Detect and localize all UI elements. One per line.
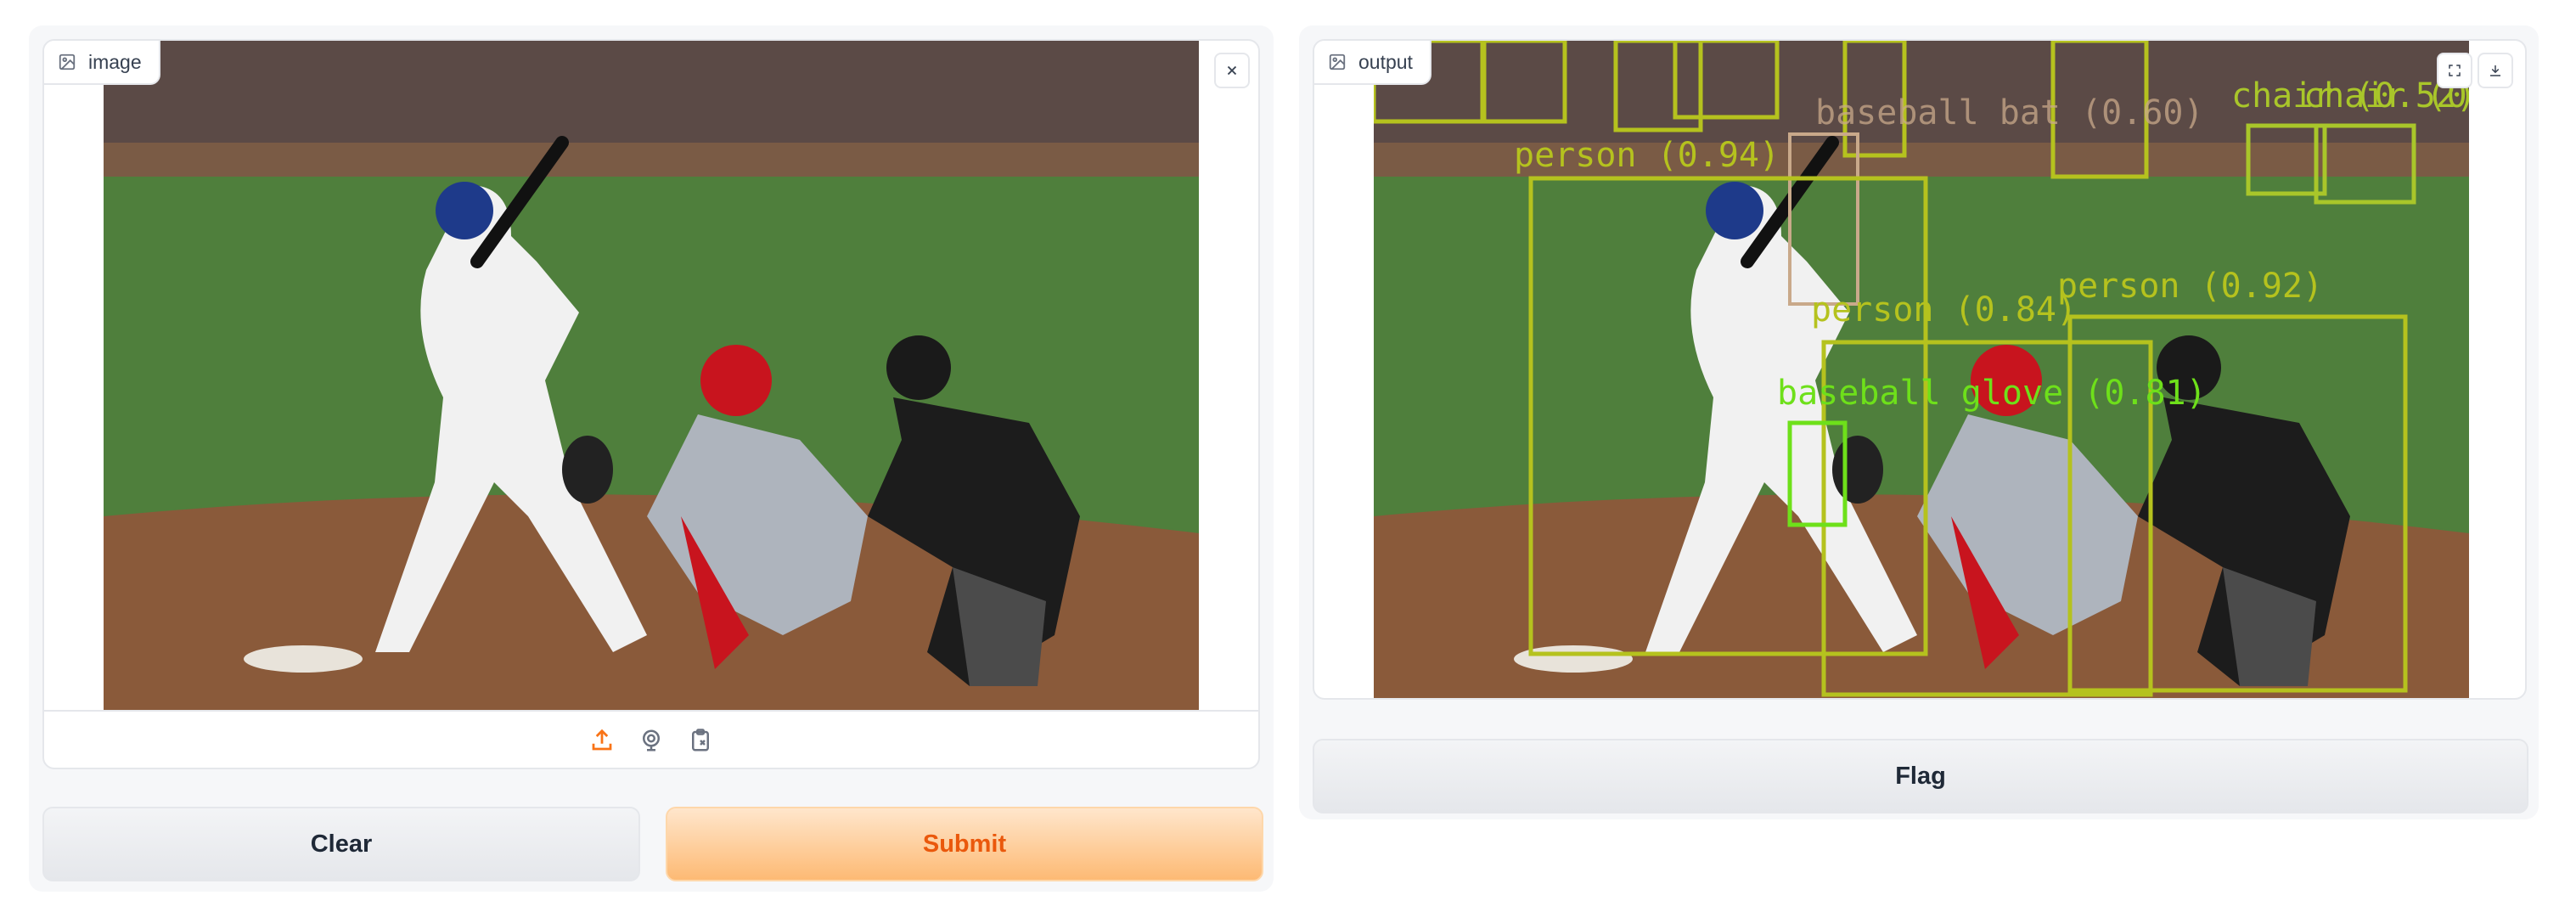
- output-image-card: output person (0.94) person (0.84) perso…: [1313, 39, 2527, 700]
- image-label-chip: image: [44, 41, 160, 85]
- clipboard-icon: [692, 729, 709, 752]
- close-icon: [1227, 65, 1237, 76]
- output-photo: person (0.94) person (0.84) person (0.92…: [1374, 41, 2469, 698]
- submit-button[interactable]: Submit: [666, 807, 1263, 881]
- input-photo: [104, 41, 1199, 710]
- detection-overlay: person (0.94) person (0.84) person (0.92…: [1374, 41, 2469, 698]
- flag-button[interactable]: Flag: [1313, 739, 2528, 813]
- upload-button[interactable]: [587, 725, 617, 756]
- label-person-umpire: person (0.92): [2057, 267, 2323, 306]
- image-label: image: [88, 50, 142, 73]
- download-icon: [2490, 65, 2500, 76]
- upload-icon: [592, 729, 612, 751]
- fullscreen-button[interactable]: [2437, 53, 2472, 88]
- baseball-scene: [104, 41, 1199, 710]
- label-person-catcher: person (0.84): [1811, 290, 2077, 329]
- output-label: output: [1358, 50, 1413, 73]
- label-baseball-bat: baseball bat (0.60): [1815, 93, 2204, 132]
- close-button[interactable]: [1214, 53, 1250, 88]
- input-panel: image Clear Submit: [29, 25, 1274, 892]
- clipboard-button[interactable]: [685, 725, 716, 756]
- image-icon: [59, 53, 76, 70]
- source-selector: [44, 710, 1258, 768]
- output-label-chip: output: [1314, 41, 1431, 85]
- image-input-card[interactable]: image: [42, 39, 1260, 769]
- output-panel: output person (0.94) person (0.84) perso…: [1299, 25, 2539, 819]
- label-person-batter: person (0.94): [1514, 136, 1780, 175]
- image-icon: [1329, 53, 1346, 70]
- webcam-button[interactable]: [636, 725, 666, 756]
- download-button[interactable]: [2478, 53, 2513, 88]
- label-baseball-glove: baseball glove (0.81): [1777, 374, 2207, 413]
- clear-button[interactable]: Clear: [42, 807, 640, 881]
- fullscreen-icon: [2449, 65, 2461, 76]
- webcam-icon: [643, 729, 660, 752]
